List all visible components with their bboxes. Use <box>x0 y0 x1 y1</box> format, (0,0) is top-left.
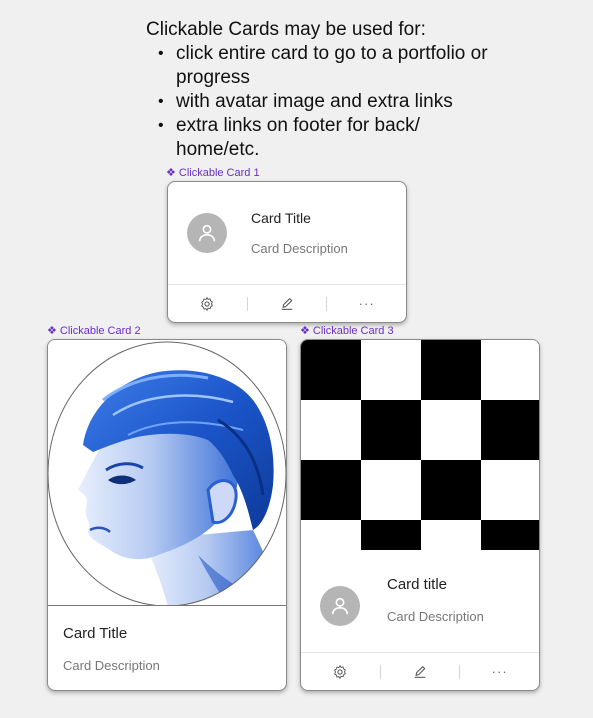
pencil-icon <box>414 665 426 678</box>
gear-icon <box>334 664 347 679</box>
settings-button[interactable] <box>301 653 380 690</box>
card-description: Card Description <box>387 609 484 624</box>
intro-bullet: extra links on footer for back/ home/etc… <box>146 114 446 162</box>
checker-cell <box>361 460 421 520</box>
pencil-icon <box>281 297 293 310</box>
more-button[interactable]: ··· <box>460 653 539 690</box>
user-icon <box>331 597 349 615</box>
checkerboard-image <box>301 340 539 550</box>
card-footer: ··· <box>168 284 406 322</box>
more-icon: ··· <box>358 296 375 311</box>
checker-cell <box>361 400 421 460</box>
more-icon: ··· <box>491 664 508 679</box>
portrait-image <box>48 341 286 605</box>
user-icon <box>198 224 216 242</box>
card-title: Card title <box>387 576 448 593</box>
settings-button[interactable] <box>168 285 247 322</box>
checker-cell <box>301 460 361 520</box>
checker-cell <box>481 340 539 400</box>
edit-button[interactable] <box>381 653 460 690</box>
component-icon: ❖ <box>47 325 57 337</box>
component-label-card1: ❖ Clickable Card 1 <box>166 166 260 180</box>
intro-list: click entire card to go to a portfolio o… <box>146 42 566 162</box>
checker-cell <box>421 340 481 400</box>
card-description: Card Description <box>63 658 160 673</box>
avatar <box>320 586 360 626</box>
component-icon: ❖ <box>300 325 310 337</box>
checker-cell <box>301 520 361 550</box>
component-label-text: Clickable Card 2 <box>59 324 141 337</box>
card-image <box>48 340 286 606</box>
clickable-card-3[interactable]: Card title Card Description ··· <box>300 339 540 691</box>
intro-title: Clickable Cards may be used for: <box>146 19 426 40</box>
gear-icon <box>201 296 214 311</box>
intro-text: Clickable Cards may be used for: click e… <box>146 18 566 162</box>
checker-cell <box>301 340 361 400</box>
checker-cell <box>421 520 481 550</box>
component-label-text: Clickable Card 1 <box>178 166 260 179</box>
component-label-text: Clickable Card 3 <box>312 324 394 337</box>
edit-button[interactable] <box>248 285 327 322</box>
component-icon: ❖ <box>166 167 176 179</box>
clickable-card-2[interactable]: Card Title Card Description <box>47 339 287 691</box>
clickable-card-1[interactable]: Card Title Card Description ··· <box>167 181 407 323</box>
checker-cell <box>301 400 361 460</box>
card-footer: ··· <box>301 652 539 690</box>
intro-bullet: click entire card to go to a portfolio o… <box>146 42 566 90</box>
avatar <box>187 213 227 253</box>
checker-cell <box>481 520 539 550</box>
checker-cell <box>361 340 421 400</box>
checker-cell <box>481 460 539 520</box>
checker-cell <box>421 460 481 520</box>
canvas: Clickable Cards may be used for: click e… <box>0 0 593 718</box>
card-title: Card Title <box>251 210 311 226</box>
component-label-card3: ❖ Clickable Card 3 <box>300 324 394 338</box>
card-description: Card Description <box>251 241 348 256</box>
checker-cell <box>421 400 481 460</box>
checker-cell <box>361 520 421 550</box>
more-button[interactable]: ··· <box>327 285 406 322</box>
component-label-card2: ❖ Clickable Card 2 <box>47 324 141 338</box>
checker-cell <box>481 400 539 460</box>
intro-bullet: with avatar image and extra links <box>146 90 566 114</box>
card-title: Card Title <box>63 625 128 642</box>
